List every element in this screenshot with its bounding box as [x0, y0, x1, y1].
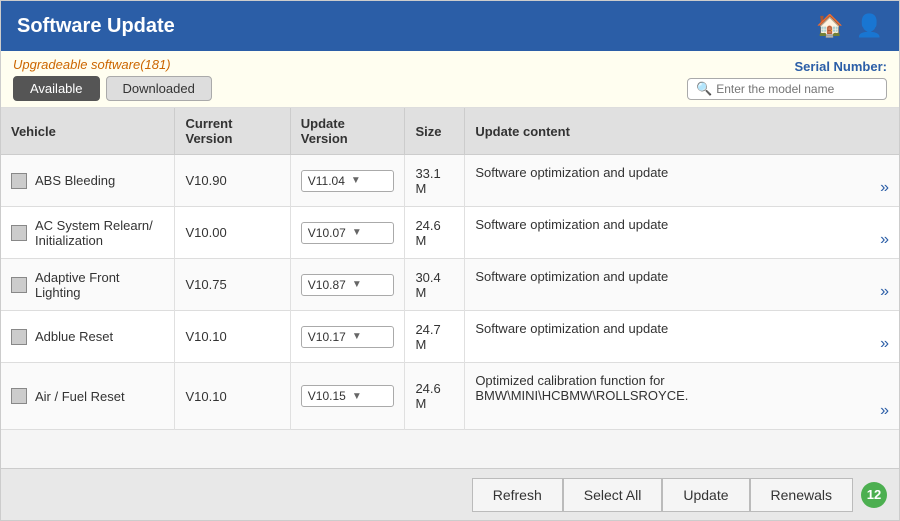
size-cell: 30.4 M [405, 259, 465, 311]
software-table-container: Vehicle Current Version Update Version S… [1, 108, 899, 468]
chevron-down-icon: ▼ [352, 391, 388, 402]
version-dropdown[interactable]: V11.04 ▼ [301, 170, 395, 192]
update-content-text: Software optimization and update [475, 321, 889, 336]
update-button[interactable]: Update [662, 478, 749, 512]
header-icons: 🏠 👤 [816, 13, 883, 39]
search-box: 🔍 [687, 78, 887, 100]
row-checkbox[interactable] [11, 388, 27, 404]
badge-12: 12 [861, 482, 887, 508]
current-version-cell: V10.00 [175, 207, 290, 259]
toolbar: Upgradeable software(181) Available Down… [1, 51, 899, 108]
version-value: V10.17 [308, 330, 346, 344]
version-dropdown[interactable]: V10.87 ▼ [301, 274, 395, 296]
current-version-cell: V10.10 [175, 363, 290, 430]
size-cell: 24.7 M [405, 311, 465, 363]
search-input[interactable] [716, 82, 876, 96]
version-value: V10.07 [308, 226, 346, 240]
col-update-content: Update content [465, 108, 899, 155]
update-version-cell: V10.17 ▼ [290, 311, 405, 363]
table-row: Air / Fuel Reset V10.10 V10.15 ▼ 24.6 M … [1, 363, 899, 430]
chevron-down-icon: ▼ [352, 279, 388, 290]
more-icon[interactable]: » [880, 403, 889, 419]
version-value: V10.87 [308, 278, 346, 292]
vehicle-cell: Adblue Reset [1, 311, 175, 363]
update-content-cell: Optimized calibration function for BMW\M… [465, 363, 899, 430]
row-checkbox[interactable] [11, 329, 27, 345]
app-title: Software Update [17, 15, 175, 38]
table-row: ABS Bleeding V10.90 V11.04 ▼ 33.1 M Soft… [1, 155, 899, 207]
update-content-cell: Software optimization and update » [465, 311, 899, 363]
table-body: ABS Bleeding V10.90 V11.04 ▼ 33.1 M Soft… [1, 155, 899, 430]
serial-label: Serial Number: [795, 59, 887, 74]
table-row: Adblue Reset V10.10 V10.17 ▼ 24.7 M Soft… [1, 311, 899, 363]
toolbar-right: Serial Number: 🔍 [687, 59, 887, 100]
current-version-cell: V10.10 [175, 311, 290, 363]
chevron-down-icon: ▼ [352, 227, 388, 238]
current-version-cell: V10.90 [175, 155, 290, 207]
search-icon: 🔍 [696, 81, 712, 97]
upgradeable-text: Upgradeable software(181) [13, 57, 212, 72]
update-version-cell: V10.15 ▼ [290, 363, 405, 430]
vehicle-cell: AC System Relearn/ Initialization [1, 207, 175, 259]
update-content-text: Optimized calibration function for BMW\M… [475, 373, 889, 403]
row-checkbox[interactable] [11, 225, 27, 241]
size-cell: 33.1 M [405, 155, 465, 207]
version-dropdown[interactable]: V10.17 ▼ [301, 326, 395, 348]
col-current-version: Current Version [175, 108, 290, 155]
vehicle-cell: Adaptive Front Lighting [1, 259, 175, 311]
update-version-cell: V11.04 ▼ [290, 155, 405, 207]
vehicle-cell: ABS Bleeding [1, 155, 175, 207]
vehicle-name: AC System Relearn/ Initialization [35, 218, 153, 248]
col-vehicle: Vehicle [1, 108, 175, 155]
vehicle-cell: Air / Fuel Reset [1, 363, 175, 430]
more-icon[interactable]: » [880, 336, 889, 352]
table-row: Adaptive Front Lighting V10.75 V10.87 ▼ … [1, 259, 899, 311]
update-version-cell: V10.87 ▼ [290, 259, 405, 311]
home-icon[interactable]: 🏠 [816, 13, 843, 39]
vehicle-name: Air / Fuel Reset [35, 389, 125, 404]
toolbar-left: Upgradeable software(181) Available Down… [13, 57, 212, 101]
update-content-cell: Software optimization and update » [465, 155, 899, 207]
update-content-text: Software optimization and update [475, 165, 889, 180]
table-row: AC System Relearn/ Initialization V10.00… [1, 207, 899, 259]
chevron-down-icon: ▼ [351, 175, 388, 186]
tab-group: Available Downloaded [13, 76, 212, 101]
row-checkbox[interactable] [11, 173, 27, 189]
vehicle-name: Adaptive Front Lighting [35, 270, 164, 300]
col-size: Size [405, 108, 465, 155]
more-icon[interactable]: » [880, 180, 889, 196]
more-icon[interactable]: » [880, 232, 889, 248]
update-content-cell: Software optimization and update » [465, 207, 899, 259]
version-dropdown[interactable]: V10.07 ▼ [301, 222, 395, 244]
version-value: V11.04 [308, 174, 345, 188]
user-icon[interactable]: 👤 [856, 13, 883, 39]
version-dropdown[interactable]: V10.15 ▼ [301, 385, 395, 407]
more-icon[interactable]: » [880, 284, 889, 300]
vehicle-name: Adblue Reset [35, 329, 113, 344]
table-header: Vehicle Current Version Update Version S… [1, 108, 899, 155]
version-value: V10.15 [308, 389, 346, 403]
app-header: Software Update 🏠 👤 [1, 1, 899, 51]
footer: Refresh Select All Update Renewals 12 [1, 468, 899, 520]
select-all-button[interactable]: Select All [563, 478, 663, 512]
update-content-text: Software optimization and update [475, 269, 889, 284]
tab-downloaded[interactable]: Downloaded [106, 76, 212, 101]
chevron-down-icon: ▼ [352, 331, 388, 342]
row-checkbox[interactable] [11, 277, 27, 293]
col-update-version: Update Version [290, 108, 405, 155]
tab-available[interactable]: Available [13, 76, 100, 101]
update-content-cell: Software optimization and update » [465, 259, 899, 311]
vehicle-name: ABS Bleeding [35, 173, 115, 188]
renewals-button[interactable]: Renewals [750, 478, 853, 512]
current-version-cell: V10.75 [175, 259, 290, 311]
size-cell: 24.6 M [405, 363, 465, 430]
update-version-cell: V10.07 ▼ [290, 207, 405, 259]
software-table: Vehicle Current Version Update Version S… [1, 108, 899, 430]
size-cell: 24.6 M [405, 207, 465, 259]
refresh-button[interactable]: Refresh [472, 478, 563, 512]
update-content-text: Software optimization and update [475, 217, 889, 232]
